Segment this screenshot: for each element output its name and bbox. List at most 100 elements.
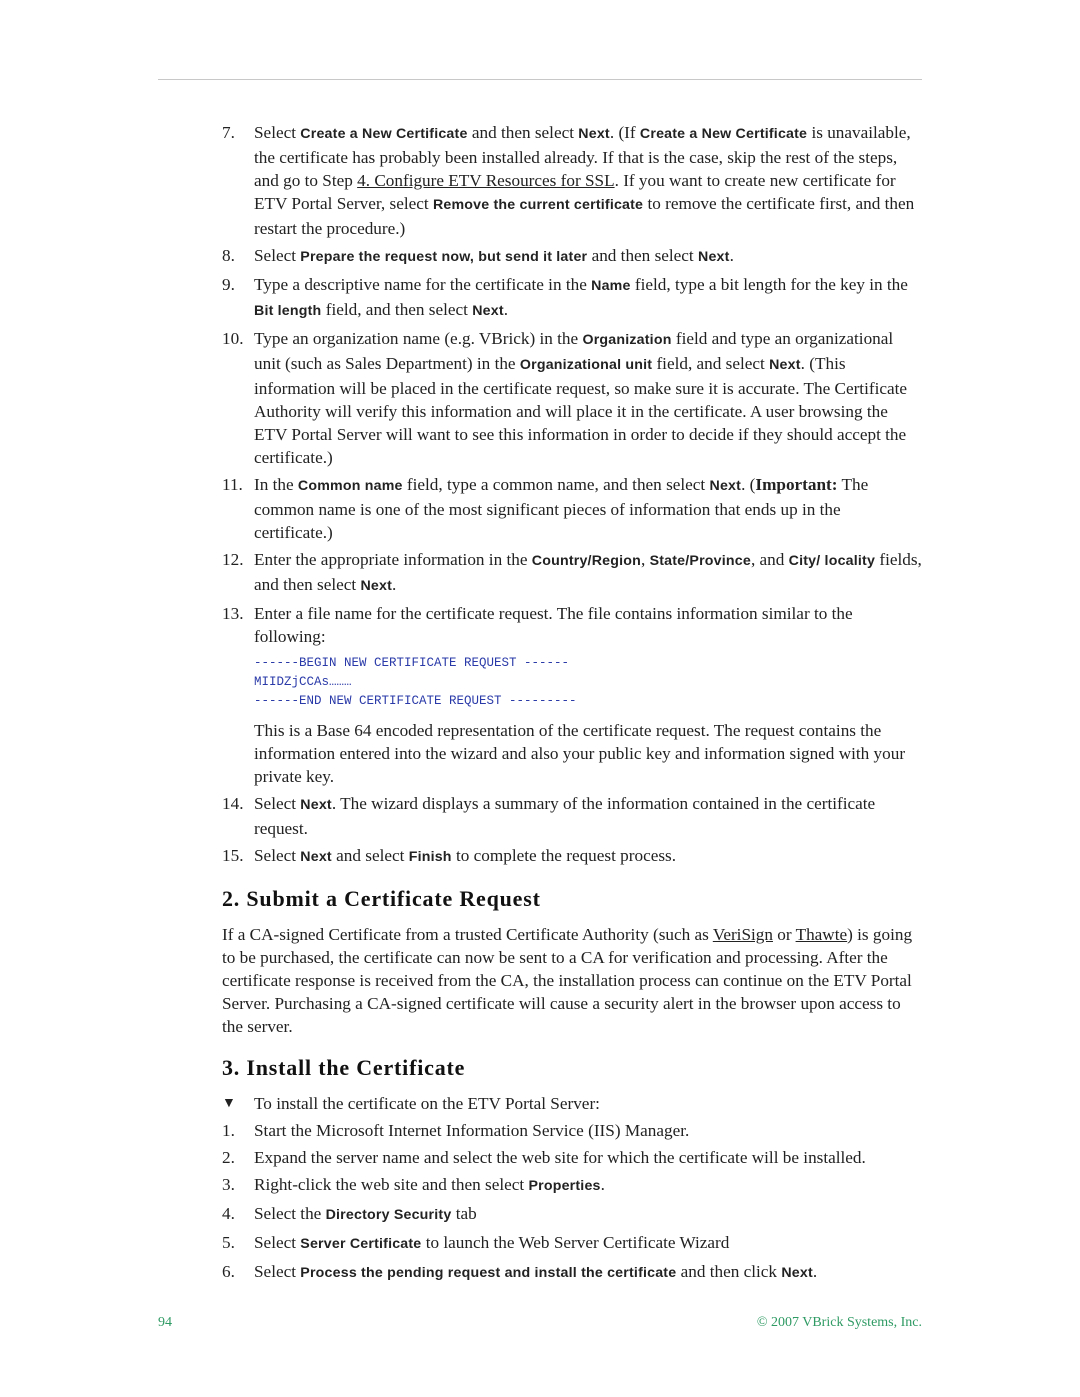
ui-term: Next <box>300 797 332 813</box>
step-text: Select Server Certificate to launch the … <box>254 1233 729 1252</box>
cross-reference-link[interactable]: VeriSign <box>713 925 773 944</box>
ui-term: Next <box>472 303 504 319</box>
section-paragraph: If a CA-signed Certificate from a truste… <box>222 923 922 1038</box>
ui-term: City/ locality <box>788 553 876 569</box>
step-text: Select Next. The wizard displays a summa… <box>254 794 875 838</box>
ui-term: Next <box>578 126 610 142</box>
text: and select <box>331 846 409 865</box>
step-number: 2. <box>222 1148 235 1167</box>
list-item: 2. Expand the server name and select the … <box>222 1146 922 1169</box>
code-line: ------BEGIN NEW CERTIFICATE REQUEST ----… <box>254 656 570 670</box>
ui-term: Organizational unit <box>519 357 653 373</box>
text: In the <box>254 475 298 494</box>
text: field, type a bit length for the key in … <box>630 275 908 294</box>
list-item: 9. Type a descriptive name for the certif… <box>222 273 922 323</box>
list-item: 12. Enter the appropriate information in … <box>222 548 922 598</box>
step-number: 12. <box>222 550 244 569</box>
step-number: 10. <box>222 329 244 348</box>
ui-term: Next <box>781 1265 813 1281</box>
step-text: Enter a file name for the certificate re… <box>254 604 853 646</box>
header-rule <box>158 79 922 80</box>
procedure-intro-text: To install the certificate on the ETV Po… <box>254 1094 600 1113</box>
text: . <box>729 246 734 265</box>
text: field, type a common name, and then sele… <box>402 475 710 494</box>
text: . ( <box>741 475 756 494</box>
text: field, and select <box>652 354 770 373</box>
ui-term: Process the pending request and install … <box>300 1265 677 1281</box>
text: , and <box>750 550 789 569</box>
list-item: 4. Select the Directory Security tab <box>222 1202 922 1227</box>
text: field, and then select <box>321 300 473 319</box>
page-footer: 94 © 2007 VBrick Systems, Inc. <box>158 1315 922 1331</box>
ui-term: Bit length <box>254 303 322 319</box>
step-number: 8. <box>222 246 235 265</box>
text: , <box>640 550 650 569</box>
section-heading-install-certificate: 3. Install the Certificate <box>222 1055 466 1080</box>
ui-term: Directory Security <box>325 1207 452 1223</box>
step-text: Type a descriptive name for the certific… <box>254 275 908 319</box>
list-item: 6. Select Process the pending request and… <box>222 1260 922 1285</box>
copyright: © 2007 VBrick Systems, Inc. <box>756 1315 922 1330</box>
ui-term: Finish <box>408 849 452 865</box>
text: . <box>503 300 509 319</box>
step-text: Start the Microsoft Internet Information… <box>254 1121 689 1140</box>
steps-list-part-1: 7. Select Create a New Certificate and th… <box>222 121 922 648</box>
step-number: 11. <box>222 475 243 494</box>
ui-term: Next <box>769 357 801 373</box>
text: and then select <box>587 246 698 265</box>
text: to complete the request process. <box>451 846 677 865</box>
text: or <box>772 925 796 944</box>
text: Select <box>254 794 301 813</box>
step-number: 1. <box>222 1121 235 1140</box>
step-text: Select Process the pending request and i… <box>254 1262 817 1281</box>
step-number: 4. <box>222 1204 235 1223</box>
ui-term: Country/Region <box>531 553 641 569</box>
text: Select <box>254 846 301 865</box>
ui-term: Next <box>300 849 332 865</box>
step-text: In the Common name field, type a common … <box>254 475 868 542</box>
ui-term: Next <box>698 249 730 265</box>
list-item: 15. Select Next and select Finish to comp… <box>222 844 922 869</box>
text: . The wizard displays a summary of the i… <box>254 794 876 838</box>
code-explanation: This is a Base 64 encoded representation… <box>254 721 906 786</box>
list-item: 14. Select Next. The wizard displays a su… <box>222 792 922 840</box>
ui-term: Next <box>709 478 742 494</box>
cross-reference-link[interactable]: Thawte <box>796 925 848 944</box>
list-item: 5. Select Server Certificate to launch th… <box>222 1231 922 1256</box>
ui-term: Organization <box>582 332 672 348</box>
step-text: Right-click the web site and then select… <box>254 1175 605 1194</box>
step-number: 7. <box>222 123 235 142</box>
code-line: ------END NEW CERTIFICATE REQUEST ------… <box>254 694 577 708</box>
step-text: Expand the server name and select the we… <box>254 1148 866 1167</box>
text: Type a descriptive name for the certific… <box>254 275 592 294</box>
ui-term: State/Province <box>649 553 751 569</box>
ui-term: Common name <box>297 478 403 494</box>
text: . (If <box>609 123 640 142</box>
step-number: 6. <box>222 1262 235 1281</box>
text: Select <box>254 123 301 142</box>
text: . <box>812 1262 818 1281</box>
ui-term: Properties <box>528 1178 601 1194</box>
list-item: 10. Type an organization name (e.g. VBric… <box>222 327 922 469</box>
ui-term: Next <box>360 578 392 594</box>
list-item: 13. Enter a file name for the certificate… <box>222 602 922 648</box>
text: Select the <box>254 1204 326 1223</box>
text: Right-click the web site and then select <box>254 1175 529 1194</box>
procedure-intro: ▼ To install the certificate on the ETV … <box>222 1092 922 1115</box>
step-number: 5. <box>222 1233 235 1252</box>
text: Select <box>254 1233 301 1252</box>
install-steps-list: 1. Start the Microsoft Internet Informati… <box>222 1119 922 1285</box>
ui-term: Create a New Certificate <box>300 126 468 142</box>
emphasis: Important: <box>755 475 838 494</box>
list-item: 3. Right-click the web site and then sele… <box>222 1173 922 1198</box>
cross-reference-link[interactable]: 4. Configure ETV Resources for SSL <box>357 171 614 190</box>
step-text: Type an organization name (e.g. VBrick) … <box>254 329 907 467</box>
text: Expand the server name and select the we… <box>254 1148 866 1167</box>
text: Type an organization name (e.g. VBrick) … <box>254 329 583 348</box>
step-text: Select Prepare the request now, but send… <box>254 246 734 265</box>
certificate-request-sample: ------BEGIN NEW CERTIFICATE REQUEST ----… <box>254 654 922 711</box>
step-text: Select Next and select Finish to complet… <box>254 846 676 865</box>
step-number: 9. <box>222 275 235 294</box>
text: and then select <box>467 123 579 142</box>
text: to launch the Web Server Certificate Wiz… <box>421 1233 730 1252</box>
